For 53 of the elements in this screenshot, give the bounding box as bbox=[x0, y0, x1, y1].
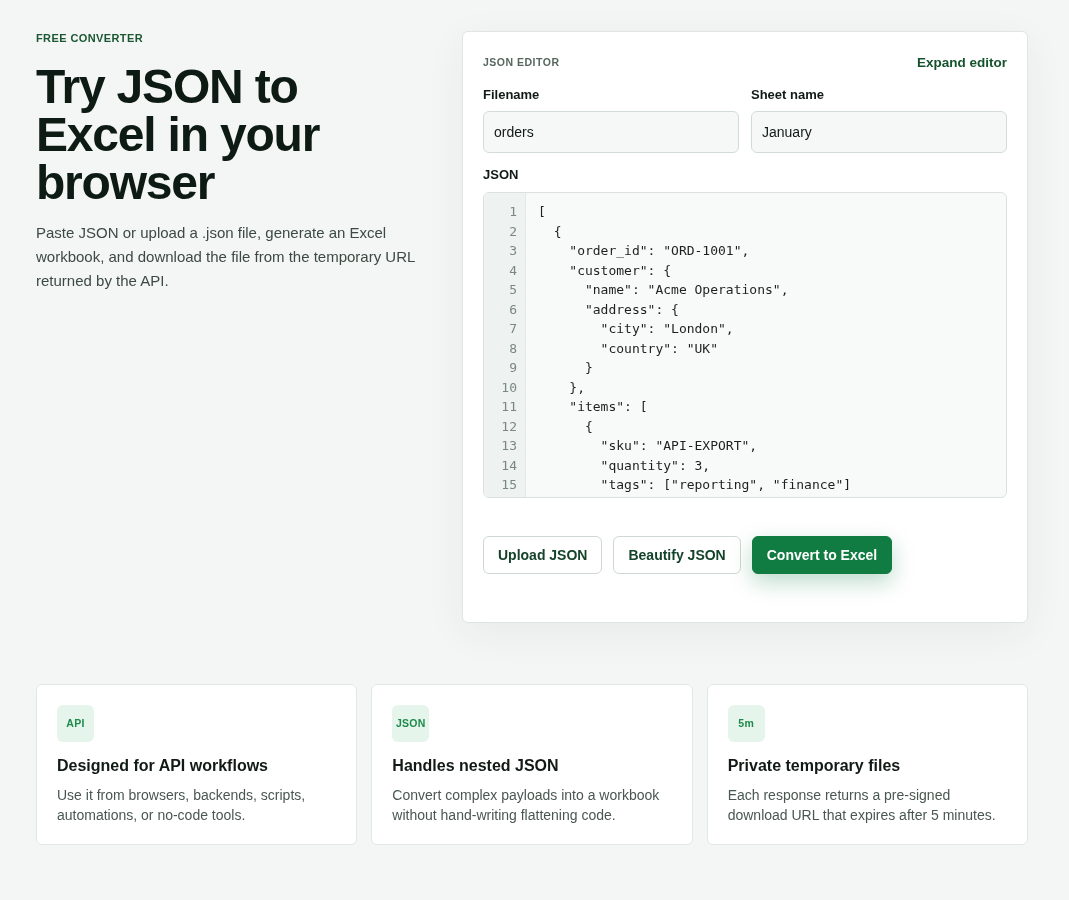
feature-title: Handles nested JSON bbox=[392, 755, 559, 776]
code-line: "name": "Acme Operations", bbox=[583, 281, 789, 299]
convert-to-excel-button[interactable]: Convert to Excel bbox=[751, 535, 893, 574]
code-line: }, bbox=[568, 378, 585, 397]
line-number: 7 bbox=[509, 320, 517, 338]
upload-json-button[interactable]: Upload JSON bbox=[483, 535, 603, 574]
beautify-json-button[interactable]: Beautify JSON bbox=[613, 535, 741, 574]
code-line: "city": "London", bbox=[599, 320, 734, 338]
code-line: } bbox=[583, 359, 593, 377]
code-line: "sku": "API-EXPORT", bbox=[599, 437, 758, 455]
line-number: 14 bbox=[501, 456, 517, 475]
code-line: [ bbox=[538, 203, 546, 221]
line-number: 2 bbox=[509, 222, 517, 241]
feature-badge: API bbox=[57, 704, 94, 742]
feature-title: Designed for API workflows bbox=[57, 755, 268, 776]
feature-description: Convert complex payloads into a workbook without hand-writing flattening code. bbox=[392, 785, 661, 825]
line-number: 9 bbox=[509, 359, 517, 377]
intro-paragraph: Paste JSON or upload a .json file, generate an Excel workbook, and download the file from the temporary URL returned by the API. bbox=[36, 223, 416, 291]
line-number: 1 bbox=[509, 203, 517, 221]
field-label: Sheet name bbox=[751, 87, 824, 103]
line-number: 6 bbox=[509, 300, 517, 319]
field-label: Filename bbox=[483, 87, 540, 103]
code-line: "items": [ bbox=[568, 398, 648, 416]
filename-field[interactable]: orders bbox=[483, 111, 739, 153]
code-line: "customer": { bbox=[568, 261, 672, 280]
feature-description: Use it from browsers, backends, scripts, automations, or no-code tools. bbox=[57, 785, 307, 825]
line-number: 8 bbox=[509, 339, 517, 358]
line-number: 4 bbox=[509, 261, 517, 280]
code-line: "address": { bbox=[583, 300, 679, 319]
code-line: "order_id": "ORD-1001", bbox=[568, 242, 750, 260]
code-line: { bbox=[552, 222, 562, 241]
field-label: JSON bbox=[483, 167, 519, 183]
feature-description: Each response returns a pre-signed download URL that expires after 5 minutes. bbox=[727, 785, 997, 825]
line-number: 15 bbox=[501, 476, 517, 494]
line-number: 3 bbox=[509, 242, 517, 260]
code-line: "quantity": 3, bbox=[599, 456, 711, 475]
code-line: { bbox=[583, 417, 593, 436]
editor-heading: JSON EDITOR bbox=[483, 56, 560, 68]
code-line: "country": "UK" bbox=[599, 339, 718, 358]
eyebrow-label: FREE CONVERTER bbox=[36, 31, 144, 45]
line-number: 5 bbox=[509, 281, 517, 299]
feature-title: Private temporary files bbox=[727, 755, 901, 776]
line-number: 10 bbox=[501, 378, 517, 397]
line-number: 12 bbox=[501, 417, 517, 436]
line-number: 11 bbox=[501, 398, 517, 416]
page-headline: Try JSON to Excel in your browser bbox=[36, 63, 321, 207]
sheet-name-field[interactable]: January bbox=[751, 111, 1007, 153]
feature-badge: 5m bbox=[727, 704, 765, 742]
json-code-field[interactable] bbox=[483, 192, 1007, 498]
expand-editor-link[interactable]: Expand editor bbox=[917, 54, 1007, 70]
code-line: "tags": ["reporting", "finance"] bbox=[599, 476, 852, 494]
line-number: 13 bbox=[501, 437, 517, 455]
feature-badge: JSON bbox=[392, 704, 430, 742]
